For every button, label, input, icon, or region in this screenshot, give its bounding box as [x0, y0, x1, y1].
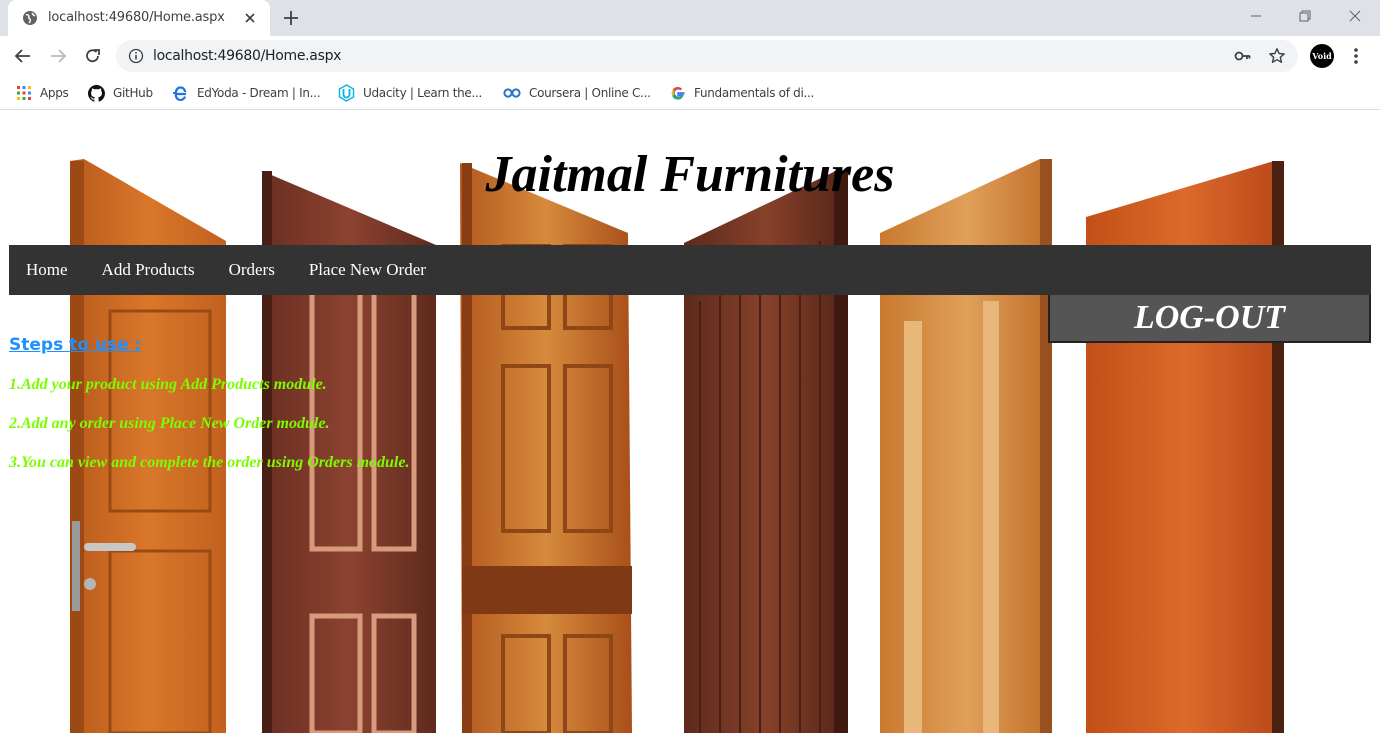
bookmark-udacity[interactable]: Udacity | Learn the...	[338, 83, 482, 103]
back-arrow-icon[interactable]	[13, 46, 33, 66]
bookmark-star-icon[interactable]	[1268, 47, 1286, 65]
new-tab-icon[interactable]	[282, 9, 300, 27]
bookmark-label: EdYoda - Dream | In...	[197, 86, 321, 100]
info-icon[interactable]	[128, 48, 144, 64]
more-menu-icon[interactable]	[1350, 46, 1362, 66]
url-text[interactable]: localhost:49680/Home.aspx	[153, 48, 341, 64]
profile-avatar[interactable]: Void	[1310, 44, 1334, 68]
bookmark-label: Udacity | Learn the...	[363, 86, 483, 100]
bookmark-coursera[interactable]: Coursera | Online C...	[503, 83, 651, 103]
nav-place-new-order[interactable]: Place New Order	[292, 245, 443, 295]
coursera-icon	[503, 88, 521, 98]
browser-toolbar: localhost:49680/Home.aspx Void	[0, 36, 1380, 76]
address-bar[interactable]: localhost:49680/Home.aspx	[116, 40, 1298, 72]
site-title: Jaitmal Furnitures	[485, 146, 895, 203]
bookmark-google[interactable]: Fundamentals of di...	[670, 83, 814, 103]
bookmark-label: Apps	[40, 86, 69, 100]
udacity-icon	[338, 84, 355, 102]
github-icon	[88, 84, 105, 102]
step-item-3: 3.You can view and complete the order us…	[9, 454, 410, 471]
logout-button[interactable]: LOG-OUT	[1048, 295, 1371, 343]
close-window-icon[interactable]	[1345, 6, 1365, 26]
steps-heading: Steps to use :	[9, 335, 142, 355]
navbar: Home Add Products Orders Place New Order	[9, 245, 1371, 295]
edyoda-icon	[173, 86, 187, 101]
apps-grid-icon	[17, 86, 31, 100]
browser-tab[interactable]: localhost:49680/Home.aspx	[8, 0, 270, 36]
key-icon[interactable]	[1234, 48, 1252, 64]
close-tab-icon[interactable]	[242, 10, 258, 26]
minimize-icon[interactable]	[1246, 6, 1266, 26]
tab-title: localhost:49680/Home.aspx	[48, 10, 225, 25]
bookmark-apps[interactable]: Apps	[16, 83, 69, 103]
web-page: Jaitmal Furnitures Home Add Products Ord…	[0, 111, 1380, 733]
step-item-2: 2.Add any order using Place New Order mo…	[9, 415, 330, 432]
step-item-1: 1.Add your product using Add Products mo…	[9, 376, 327, 393]
bookmark-label: GitHub	[113, 86, 153, 100]
bookmark-label: Coursera | Online C...	[529, 86, 651, 100]
bookmark-github[interactable]: GitHub	[88, 83, 153, 103]
bookmarks-bar: Apps GitHub EdYoda - Dream | In... Udaci…	[0, 76, 1380, 110]
browser-tabstrip: localhost:49680/Home.aspx	[0, 0, 1380, 36]
forward-arrow-icon[interactable]	[48, 46, 68, 66]
bookmark-edyoda[interactable]: EdYoda - Dream | In...	[172, 83, 321, 103]
globe-icon	[23, 11, 37, 25]
google-icon	[671, 86, 685, 100]
reload-icon[interactable]	[83, 46, 103, 66]
nav-home[interactable]: Home	[9, 245, 85, 295]
bookmark-label: Fundamentals of di...	[694, 86, 815, 100]
restore-icon[interactable]	[1295, 6, 1315, 26]
nav-orders[interactable]: Orders	[212, 245, 292, 295]
nav-add-products[interactable]: Add Products	[85, 245, 212, 295]
